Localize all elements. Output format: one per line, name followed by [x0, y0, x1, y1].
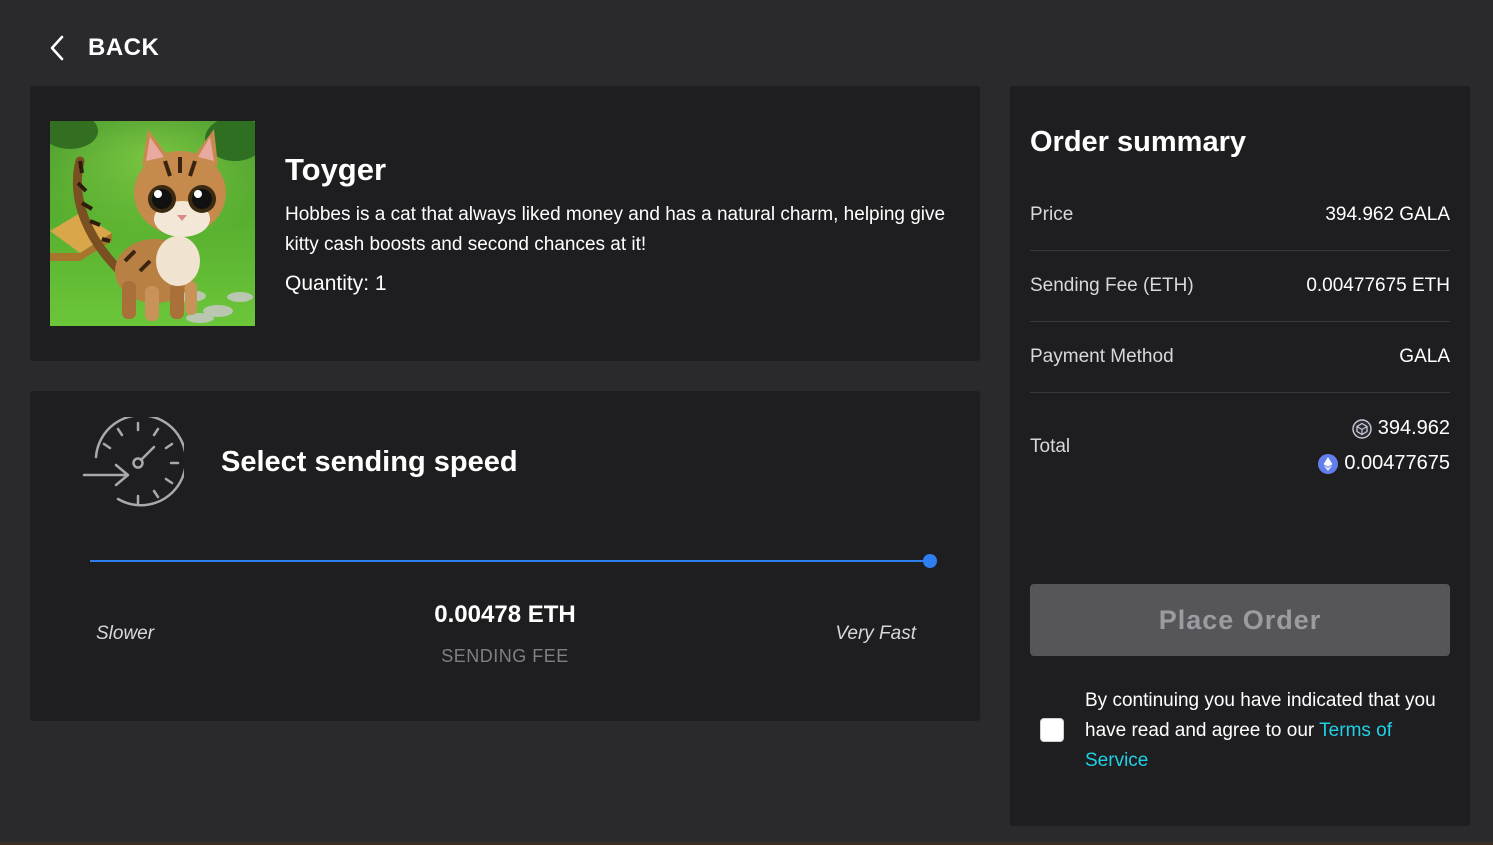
payment-method-value: GALA	[1399, 346, 1450, 367]
sending-fee-label: SENDING FEE	[441, 646, 569, 666]
summary-row-total: Total 394.962 0.00477675	[1030, 396, 1450, 496]
speed-title: Select sending speed	[221, 446, 518, 478]
checkout-page: BACK Toyger Hobbes is a cat that always …	[0, 0, 1493, 845]
product-description: Hobbes is a cat that always liked money …	[285, 204, 946, 255]
sending-fee-row-label: Sending Fee (ETH)	[1030, 275, 1194, 296]
terms-agreement-text: By continuing you have indicated that yo…	[1085, 686, 1445, 776]
sending-fee-amount: 0.00478 ETH	[434, 601, 576, 628]
total-eth: 0.00477675	[1318, 452, 1450, 475]
slider-fill	[90, 560, 930, 562]
terms-checkbox[interactable]	[1040, 718, 1064, 742]
total-gala-value: 394.962	[1377, 417, 1450, 439]
place-order-button[interactable]: Place Order	[1030, 584, 1450, 656]
total-eth-value: 0.00477675	[1344, 452, 1450, 474]
sending-fee-row-value: 0.00477675 ETH	[1306, 275, 1450, 296]
sending-speed-card: Select sending speed Slower 0.00478 ETH …	[30, 391, 980, 721]
order-summary-card: Order summary Price 394.962 GALA Sending…	[1010, 86, 1470, 826]
product-name: Toyger	[285, 152, 387, 187]
quantity-label: Quantity:	[285, 272, 370, 295]
payment-method-label: Payment Method	[1030, 346, 1174, 367]
quantity-value: 1	[374, 272, 387, 295]
product-card: Toyger Hobbes is a cat that always liked…	[30, 86, 980, 361]
total-gala: 394.962	[1352, 417, 1450, 440]
eth-coin-icon	[1318, 453, 1339, 474]
product-quantity: Quantity: 1	[285, 272, 387, 296]
summary-row-price: Price 394.962 GALA	[1030, 180, 1450, 251]
chevron-left-icon	[46, 32, 70, 64]
summary-row-payment-method: Payment Method GALA	[1030, 322, 1450, 393]
price-value: 394.962 GALA	[1325, 204, 1450, 225]
back-button[interactable]: BACK	[46, 32, 159, 64]
summary-row-sending-fee: Sending Fee (ETH) 0.00477675 ETH	[1030, 251, 1450, 322]
speedometer-icon	[82, 417, 184, 509]
total-label: Total	[1030, 436, 1071, 457]
very-fast-label: Very Fast	[835, 623, 916, 644]
order-summary-title: Order summary	[1030, 126, 1246, 158]
back-label: BACK	[88, 34, 160, 61]
slider-thumb[interactable]	[923, 554, 937, 568]
price-label: Price	[1030, 204, 1074, 225]
gala-coin-icon	[1352, 418, 1372, 439]
sending-speed-slider[interactable]	[90, 551, 937, 571]
product-image	[50, 121, 255, 326]
